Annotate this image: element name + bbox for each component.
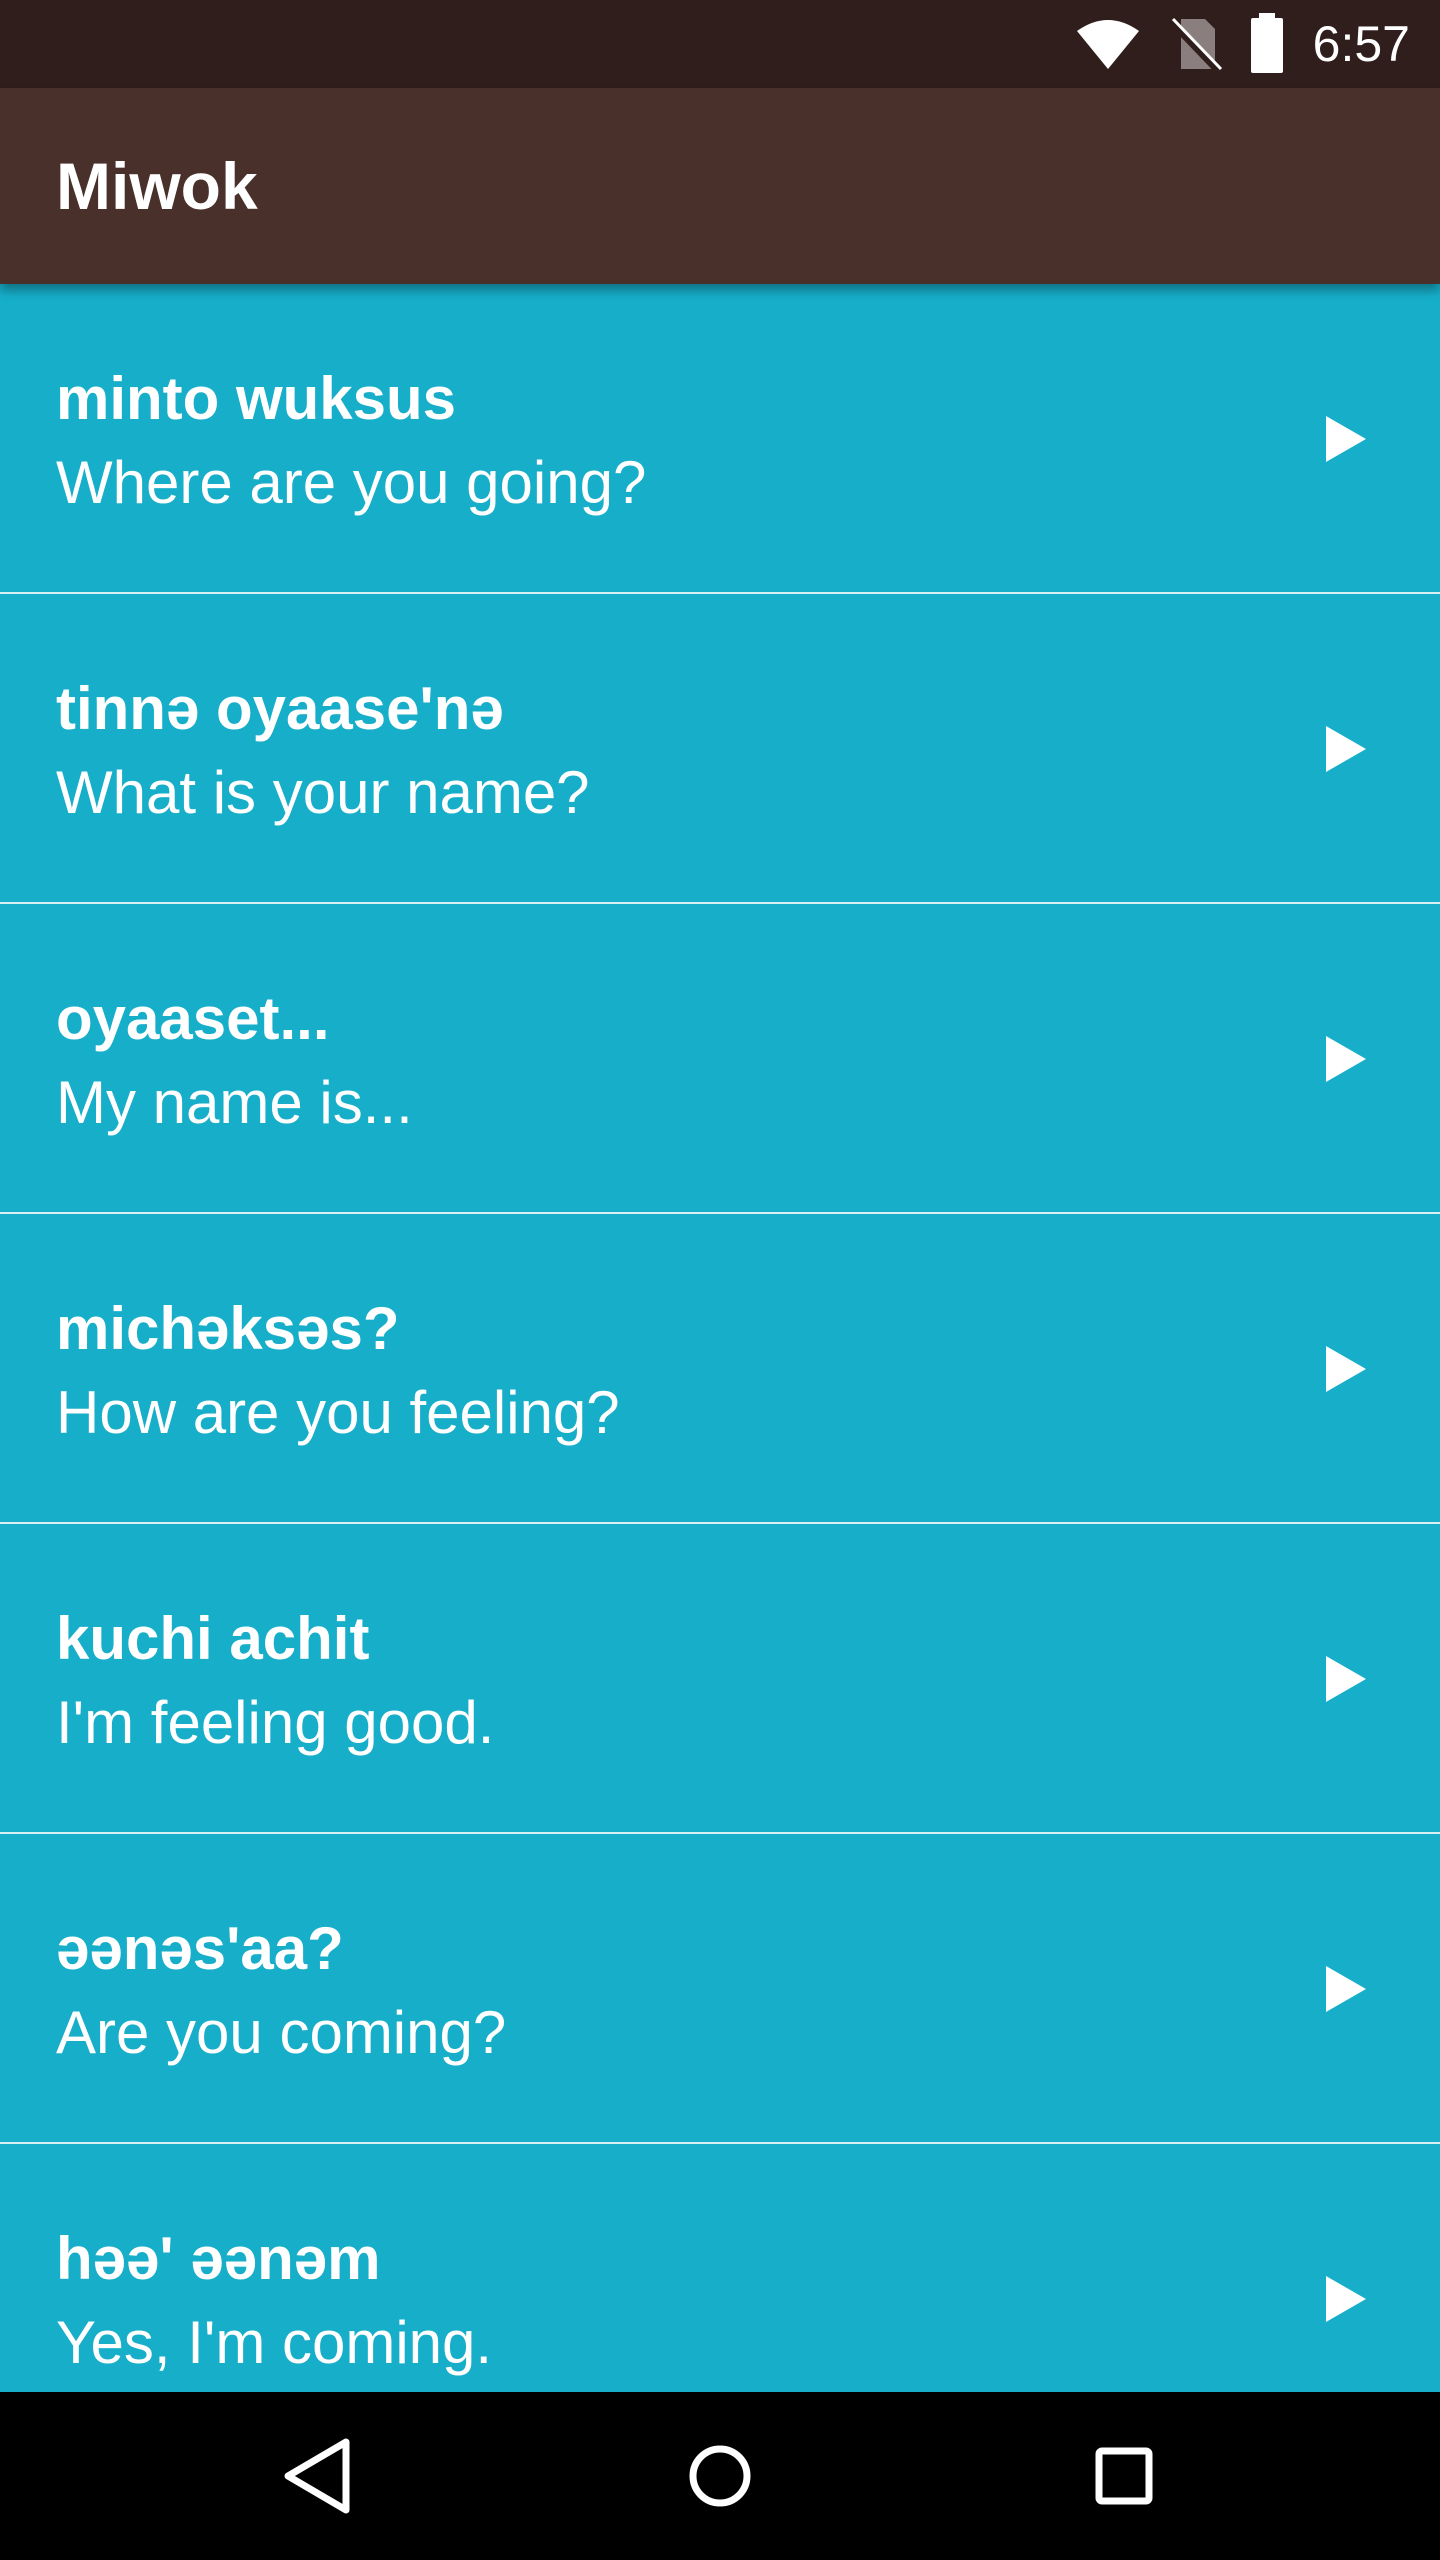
play-icon[interactable] bbox=[1318, 1032, 1372, 1086]
status-icons: 6:57 bbox=[1075, 0, 1410, 88]
play-icon[interactable] bbox=[1318, 412, 1372, 466]
wifi-icon bbox=[1076, 20, 1139, 69]
play-icon[interactable] bbox=[1318, 1342, 1372, 1396]
miwok-translation: michəksəs? bbox=[56, 1295, 400, 1362]
phrase-text: oyaaset... My name is... bbox=[56, 984, 413, 1138]
miwok-translation: əənəs'aa? bbox=[56, 1915, 344, 1982]
back-icon[interactable] bbox=[266, 2426, 366, 2526]
phrase-list-item[interactable]: michəksəs? How are you feeling? bbox=[0, 1214, 1440, 1524]
phrase-text: minto wuksus Where are you going? bbox=[56, 364, 646, 518]
phrase-text: michəksəs? How are you feeling? bbox=[56, 1294, 620, 1448]
phrase-text: tinnə oyaase'nə What is your name? bbox=[56, 674, 590, 828]
phrase-list-item[interactable]: kuchi achit I'm feeling good. bbox=[0, 1524, 1440, 1834]
phrase-text: kuchi achit I'm feeling good. bbox=[56, 1604, 494, 1758]
app-title: Miwok bbox=[56, 149, 258, 223]
default-translation: My name is... bbox=[56, 1069, 413, 1136]
default-translation: Yes, I'm coming. bbox=[56, 2309, 493, 2376]
miwok-translation: minto wuksus bbox=[56, 365, 457, 432]
phrase-list-item[interactable]: minto wuksus Where are you going? bbox=[0, 284, 1440, 594]
default-translation: I'm feeling good. bbox=[56, 1689, 495, 1756]
play-icon[interactable] bbox=[1318, 1962, 1372, 2016]
status-time: 6:57 bbox=[1312, 16, 1410, 72]
default-translation: How are you feeling? bbox=[56, 1379, 620, 1446]
no-sim-icon bbox=[1167, 17, 1222, 74]
phrase-text: həə' əənəm Yes, I'm coming. bbox=[56, 2224, 492, 2378]
miwok-translation: həə' əənəm bbox=[56, 2225, 381, 2292]
status-bar: 6:57 bbox=[0, 0, 1440, 88]
home-icon[interactable] bbox=[670, 2426, 770, 2526]
phrase-list[interactable]: minto wuksus Where are you going? tinnə … bbox=[0, 284, 1440, 2392]
phrase-list-item[interactable]: tinnə oyaase'nə What is your name? bbox=[0, 594, 1440, 904]
miwok-translation: oyaaset... bbox=[56, 985, 330, 1052]
default-translation: Where are you going? bbox=[56, 449, 647, 516]
play-icon[interactable] bbox=[1318, 1652, 1372, 1706]
phrase-text: əənəs'aa? Are you coming? bbox=[56, 1914, 506, 2068]
phrase-list-item[interactable]: əənəs'aa? Are you coming? bbox=[0, 1834, 1440, 2144]
navigation-bar bbox=[0, 2392, 1440, 2560]
battery-icon bbox=[1250, 13, 1283, 73]
recents-icon[interactable] bbox=[1074, 2426, 1174, 2526]
screen: 6:57 Miwok minto wuksus Where are you go… bbox=[0, 0, 1440, 2560]
app-bar: Miwok bbox=[0, 88, 1440, 284]
default-translation: What is your name? bbox=[56, 759, 590, 826]
play-icon[interactable] bbox=[1318, 722, 1372, 776]
play-icon[interactable] bbox=[1318, 2272, 1372, 2326]
phrase-list-item[interactable]: həə' əənəm Yes, I'm coming. bbox=[0, 2144, 1440, 2392]
miwok-translation: tinnə oyaase'nə bbox=[56, 675, 504, 742]
miwok-translation: kuchi achit bbox=[56, 1605, 370, 1672]
default-translation: Are you coming? bbox=[56, 1999, 507, 2066]
phrase-list-item[interactable]: oyaaset... My name is... bbox=[0, 904, 1440, 1214]
